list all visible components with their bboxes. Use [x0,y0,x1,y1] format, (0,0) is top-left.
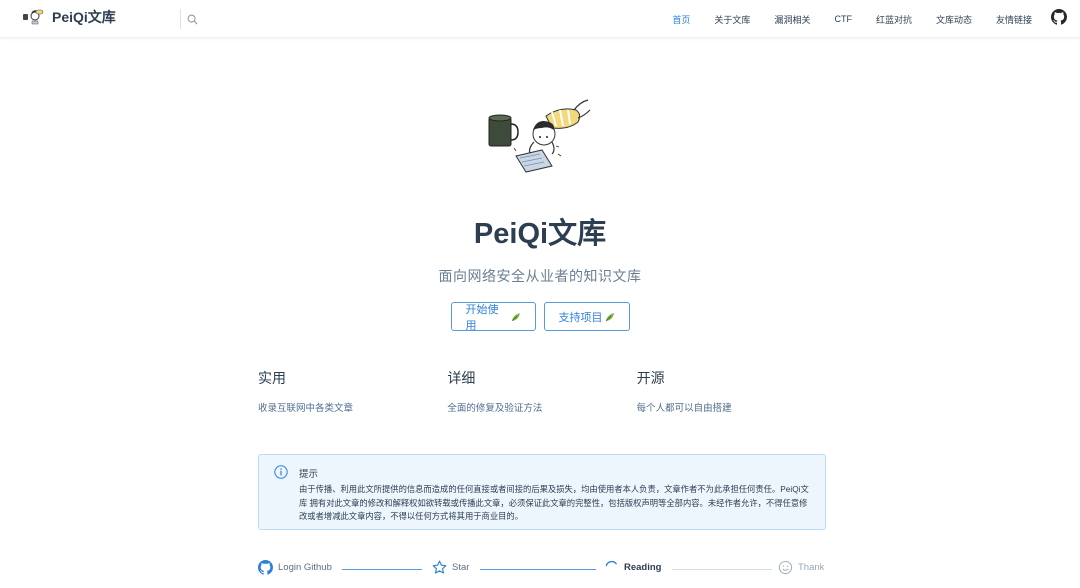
step-connector [480,569,596,570]
search-box[interactable] [180,9,198,29]
nav-item-about[interactable]: 关于文库 [714,13,750,26]
hero-actions: 开始使用 支持项目 [0,302,1080,332]
loading-icon [605,560,617,567]
hero-description: 面向网络安全从业者的知识文库 [438,268,642,284]
leaf-icon [605,312,614,321]
feature-desc: 每个人都可以自由搭建 [636,403,732,414]
step-login-github: Login Github [258,560,332,575]
tip-body: 由于传播、利用此文所提供的信息而造成的任何直接或者间接的后果及损失，均由使用者本… [299,484,809,521]
brand-name: PeiQi文库 [52,9,116,25]
nav-links: 首页 关于文库 漏洞相关 CTF 红蓝对抗 文库动态 友情链接 [648,0,1032,38]
support-project-button[interactable]: 支持项目 [543,302,630,331]
tip-alert: 提示 由于传播、利用此文所提供的信息而造成的任何直接或者间接的后果及损失，均由使… [258,454,826,530]
github-icon[interactable] [1051,9,1067,25]
step-label: Login Github [278,562,332,573]
get-started-label: 开始使用 [465,303,499,332]
logo-icon [23,9,44,25]
nav-item-vulns[interactable]: 漏洞相关 [774,13,810,26]
features: 实用 收录互联网中各类文章 详细 全面的修复及验证方法 开源 每个人都可以自由搭… [258,368,826,414]
leaf-icon [511,312,520,321]
feature-title: 详细 [447,370,476,386]
feature-title: 开源 [636,370,665,386]
step-reading: Reading [604,560,661,575]
smile-icon [778,560,793,575]
progress-steps: Login Github Star Reading Thank [258,560,826,580]
github-icon [258,560,273,575]
nav-item-links[interactable]: 友情链接 [996,13,1032,26]
nav-item-redblue[interactable]: 红蓝对抗 [876,13,912,26]
get-started-button[interactable]: 开始使用 [450,302,536,332]
tip-title: 提示 [299,469,319,480]
feature-item: 详细 全面的修复及验证方法 [447,368,636,414]
brand-link[interactable]: PeiQi文库 [22,7,116,27]
info-icon [274,465,288,479]
feature-desc: 全面的修复及验证方法 [447,403,543,414]
step-label: Star [452,562,470,573]
step-connector [672,569,772,570]
feature-title: 实用 [258,370,286,386]
hero-illustration [488,99,591,173]
step-star: Star [432,560,469,575]
nav-item-news[interactable]: 文库动态 [936,13,972,26]
step-label: Thank [798,562,825,573]
feature-item: 开源 每个人都可以自由搭建 [637,368,826,414]
search-icon [187,14,198,24]
feature-item: 实用 收录互联网中各类文章 [258,368,447,414]
navbar: PeiQi文库 首页 关于文库 漏洞相关 CTF 红蓝对抗 文库动态 友情链接 [0,0,1080,38]
step-connector [342,569,422,570]
hero-title: PeiQi文库 [473,218,607,250]
support-project-label: 支持项目 [558,311,603,324]
feature-desc: 收录互联网中各类文章 [258,403,354,414]
step-thank: Thank [778,560,824,575]
step-label: Reading [624,562,662,573]
nav-item-home[interactable]: 首页 [672,13,690,26]
nav-item-ctf[interactable]: CTF [834,14,852,24]
star-icon [432,560,447,574]
